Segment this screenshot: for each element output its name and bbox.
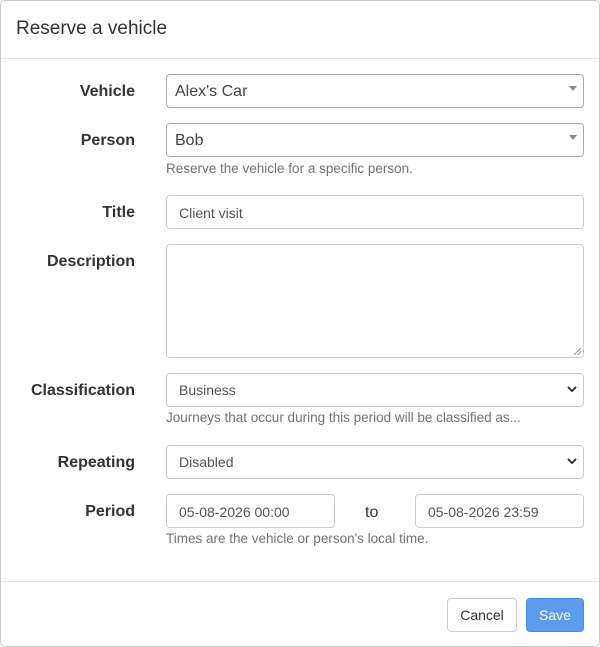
modal-title: Reserve a vehicle [16, 18, 168, 39]
classification-label: Classification [30, 382, 135, 399]
vehicle-select[interactable]: Alex's Car [166, 74, 584, 108]
person-label: Person [80, 132, 135, 149]
caret-down-icon [569, 135, 577, 140]
classification-help-text: Journeys that occur during this period w… [166, 410, 521, 425]
repeating-label: Repeating [57, 454, 135, 471]
period-label: Period [85, 503, 135, 520]
title-label: Title [102, 204, 135, 221]
person-selected-value: Bob [175, 132, 204, 149]
vehicle-label: Vehicle [79, 83, 135, 100]
title-input-value: Client visit [179, 205, 243, 221]
period-help-text: Times are the vehicle or person's local … [166, 531, 429, 546]
save-button[interactable]: Save [526, 598, 584, 632]
title-input[interactable]: Client visit [166, 195, 584, 229]
classification-selected-value: Business [179, 382, 236, 398]
cancel-button[interactable]: Cancel [447, 598, 517, 632]
period-end-input[interactable]: 05-08-2026 23:59 [415, 494, 584, 528]
classification-select[interactable]: Business [166, 373, 584, 407]
period-start-input[interactable]: 05-08-2026 00:00 [166, 494, 335, 528]
modal-footer: Cancel Save [1, 581, 599, 647]
description-textarea[interactable] [166, 244, 584, 358]
chevron-down-icon [567, 458, 577, 465]
person-help-text: Reserve the vehicle for a specific perso… [166, 161, 413, 176]
resize-grip-icon[interactable] [574, 348, 581, 355]
repeating-select[interactable]: Disabled [166, 445, 584, 479]
period-start-value: 05-08-2026 00:00 [179, 504, 290, 520]
person-select[interactable]: Bob [166, 123, 584, 157]
description-label: Description [46, 253, 135, 270]
reserve-vehicle-modal: Reserve a vehicle Vehicle Alex's Car Per… [0, 0, 600, 647]
modal-header: Reserve a vehicle [1, 1, 599, 59]
period-to-text: to [365, 504, 379, 521]
repeating-selected-value: Disabled [179, 454, 234, 470]
vehicle-selected-value: Alex's Car [175, 83, 248, 100]
chevron-down-icon [567, 386, 577, 393]
period-end-value: 05-08-2026 23:59 [428, 504, 539, 520]
caret-down-icon [569, 86, 577, 91]
